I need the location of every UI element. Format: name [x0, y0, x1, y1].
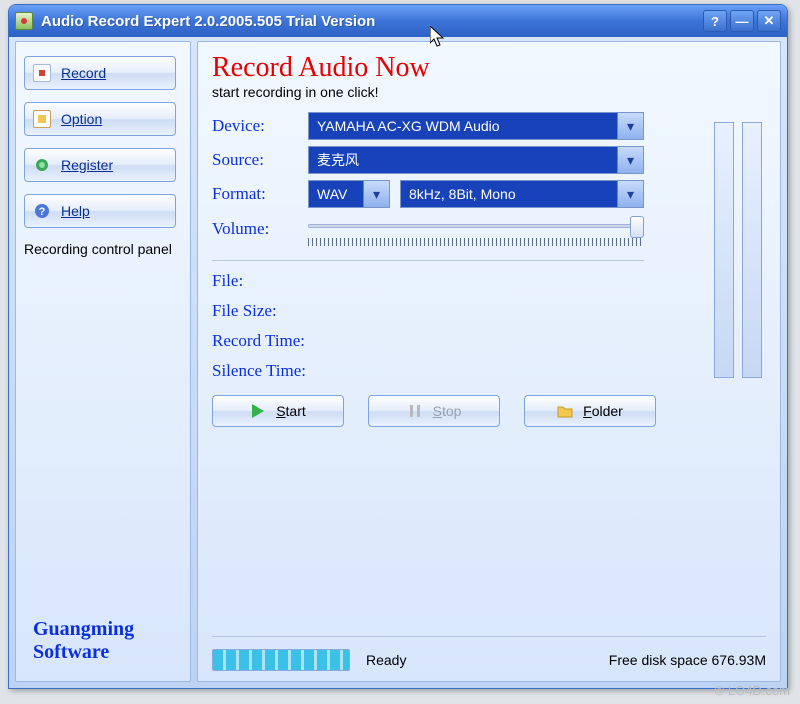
- page-heading: Record Audio Now: [212, 52, 766, 84]
- help-icon: ?: [33, 202, 51, 220]
- format-codec-value: WAV: [309, 186, 363, 202]
- play-icon: [250, 403, 266, 419]
- source-label: Source:: [212, 150, 308, 170]
- volume-slider[interactable]: [308, 214, 644, 244]
- slider-track: [308, 224, 644, 228]
- app-window: Audio Record Expert 2.0.2005.505 Trial V…: [8, 4, 788, 689]
- option-label: Option: [61, 111, 102, 127]
- status-text: Ready: [366, 652, 406, 668]
- source-value: 麦克风: [309, 150, 617, 170]
- sidebar-caption: Recording control panel: [24, 240, 182, 258]
- record-button[interactable]: Record: [24, 56, 176, 90]
- level-meters: [714, 122, 762, 378]
- chevron-down-icon: ▾: [617, 181, 643, 207]
- device-dropdown[interactable]: YAMAHA AC-XG WDM Audio ▾: [308, 112, 644, 140]
- option-button[interactable]: Option: [24, 102, 176, 136]
- help-button[interactable]: ? Help: [24, 194, 176, 228]
- register-label: Register: [61, 157, 113, 173]
- level-meter-right: [742, 122, 762, 378]
- format-detail-dropdown[interactable]: 8kHz, 8Bit, Mono ▾: [400, 180, 644, 208]
- main-panel: Record Audio Now start recording in one …: [197, 41, 781, 682]
- device-value: YAMAHA AC-XG WDM Audio: [309, 118, 617, 134]
- option-icon: [33, 110, 51, 128]
- source-dropdown[interactable]: 麦克风 ▾: [308, 146, 644, 174]
- sidebar: Record Option Register ? Help Recor: [15, 41, 191, 682]
- free-space-text: Free disk space 676.93M: [609, 652, 766, 668]
- record-label: Record: [61, 65, 106, 81]
- slider-thumb[interactable]: [630, 216, 644, 238]
- window-title: Audio Record Expert 2.0.2005.505 Trial V…: [41, 13, 700, 30]
- level-meter-left: [714, 122, 734, 378]
- record-icon: [33, 64, 51, 82]
- start-button[interactable]: Start: [212, 395, 344, 427]
- register-button[interactable]: Register: [24, 148, 176, 182]
- divider: [212, 260, 644, 261]
- silencetime-label: Silence Time:: [212, 361, 766, 381]
- device-label: Device:: [212, 116, 308, 136]
- chevron-down-icon: ▾: [363, 181, 389, 207]
- format-codec-dropdown[interactable]: WAV ▾: [308, 180, 390, 208]
- minimize-help-button[interactable]: ?: [703, 10, 727, 32]
- help-label: Help: [61, 203, 90, 219]
- titlebar[interactable]: Audio Record Expert 2.0.2005.505 Trial V…: [9, 5, 787, 37]
- folder-button[interactable]: Folder: [524, 395, 656, 427]
- close-button[interactable]: ✕: [757, 10, 781, 32]
- chevron-down-icon: ▾: [617, 113, 643, 139]
- brand-text: Guangming Software: [33, 618, 134, 664]
- pause-icon: [407, 403, 423, 419]
- svg-text:?: ?: [39, 206, 46, 218]
- folder-icon: [557, 403, 573, 419]
- progress-bar: [212, 649, 350, 671]
- format-detail-value: 8kHz, 8Bit, Mono: [401, 186, 617, 202]
- minimize-button[interactable]: —: [730, 10, 754, 32]
- page-subheading: start recording in one click!: [212, 84, 766, 100]
- chevron-down-icon: ▾: [617, 147, 643, 173]
- register-icon: [33, 156, 51, 174]
- volume-label: Volume:: [212, 219, 308, 239]
- filesize-label: File Size:: [212, 301, 766, 321]
- stop-button[interactable]: Stop: [368, 395, 500, 427]
- cursor-icon: [430, 26, 448, 53]
- status-bar: Ready Free disk space 676.93M: [212, 636, 766, 671]
- watermark: © LO4D.com: [715, 683, 790, 698]
- format-label: Format:: [212, 184, 308, 204]
- file-label: File:: [212, 271, 766, 291]
- recordtime-label: Record Time:: [212, 331, 766, 351]
- slider-ticks: [308, 238, 644, 246]
- app-icon: [15, 12, 33, 30]
